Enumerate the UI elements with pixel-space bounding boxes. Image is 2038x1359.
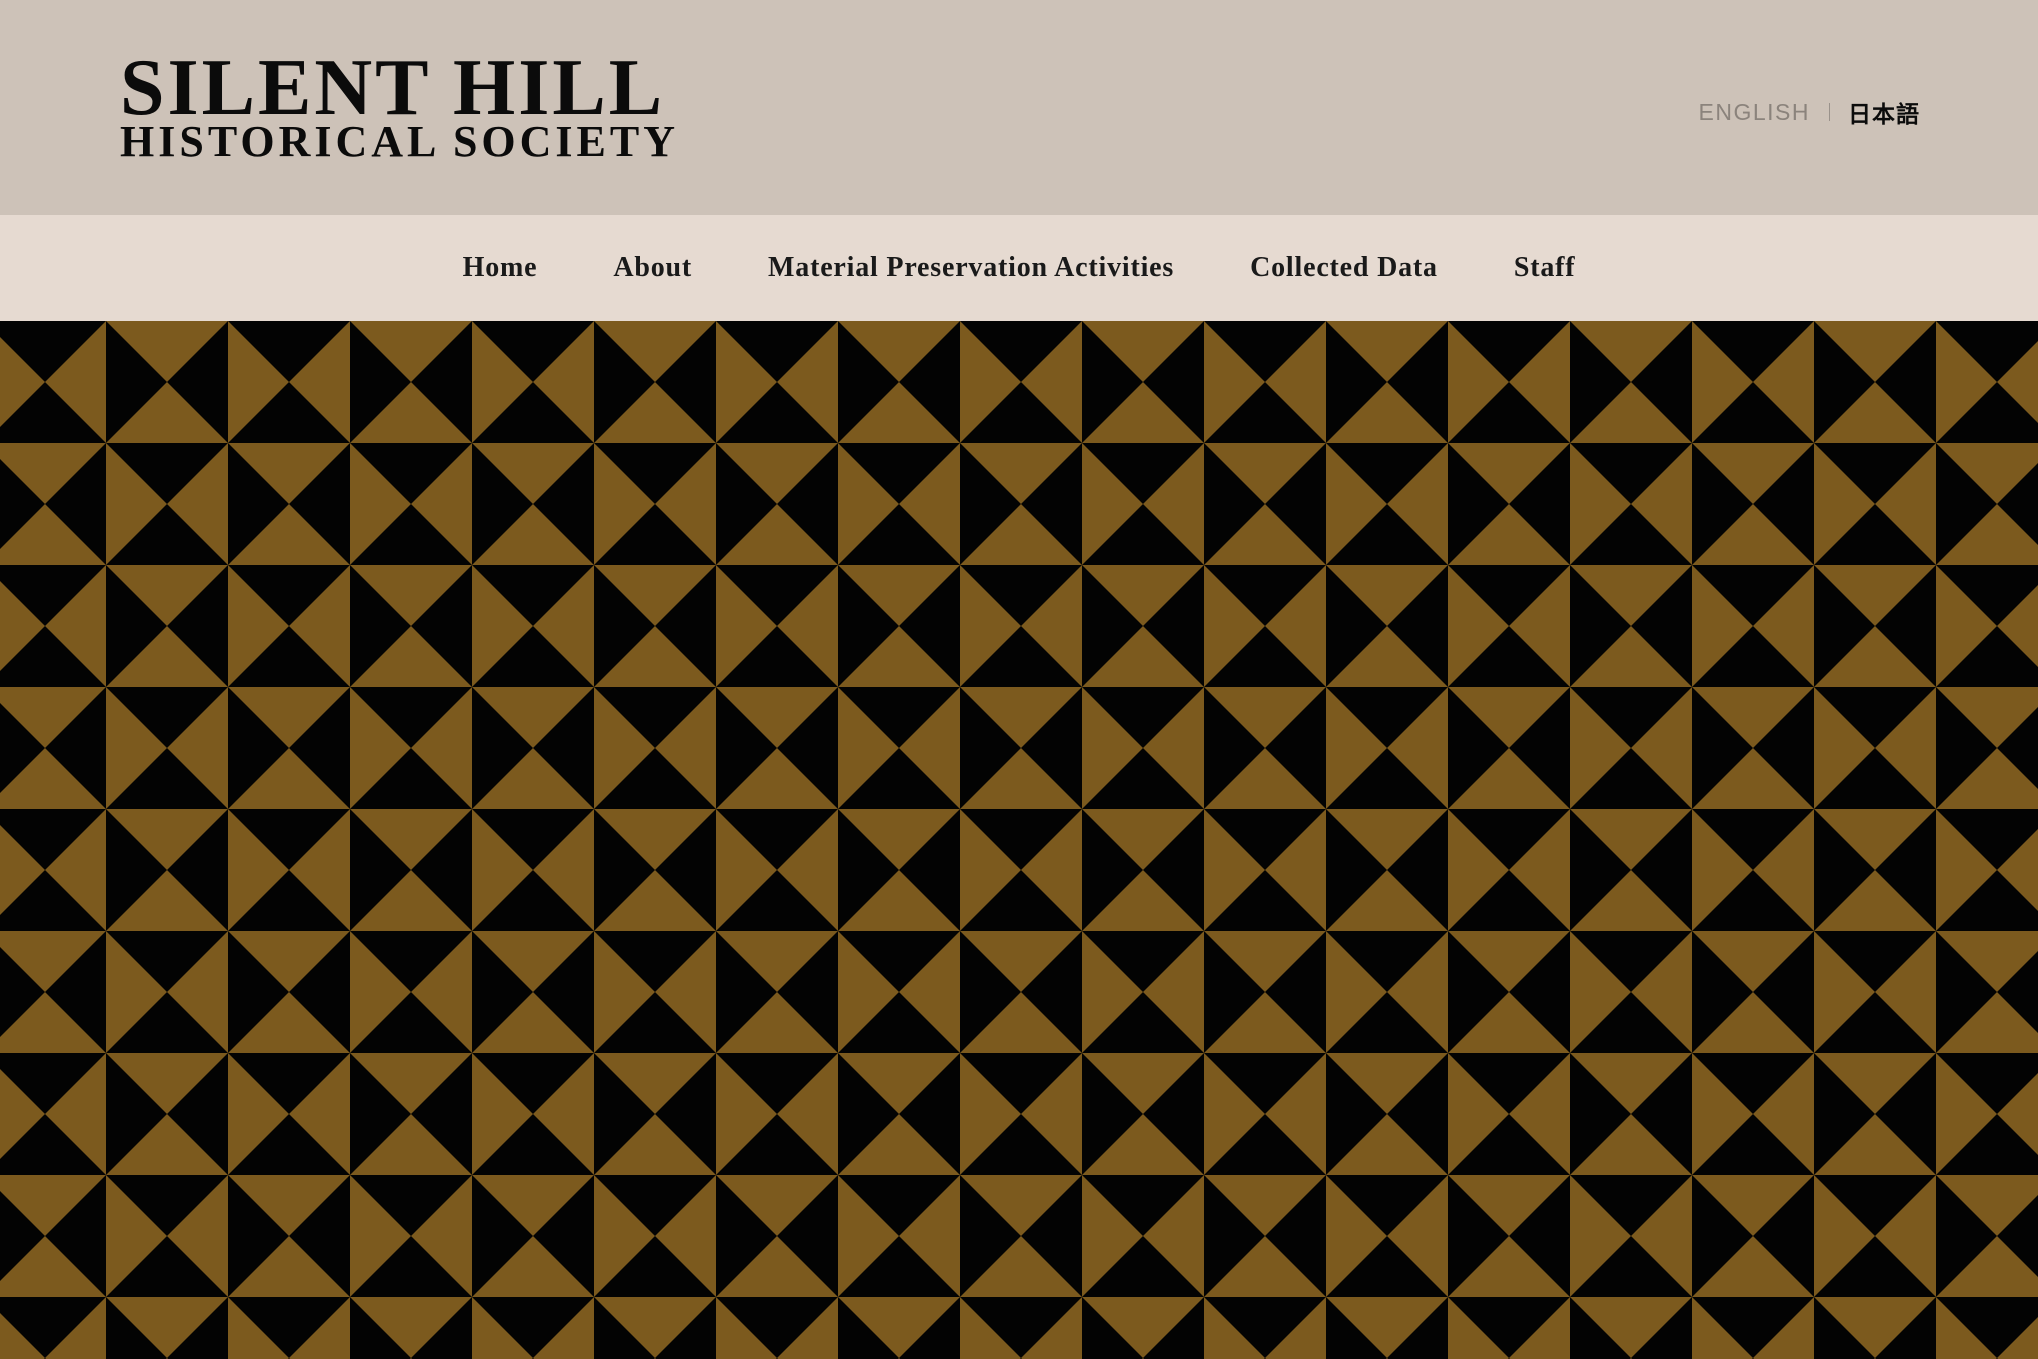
- language-switcher: ENGLISH 日本語: [1699, 95, 1920, 129]
- logo-subtitle: HISTORICAL SOCIETY: [120, 117, 680, 166]
- logo-title: SILENT HILL: [120, 44, 666, 132]
- page: SILENT HILL HISTORICAL SOCIETY ENGLISH 日…: [0, 0, 2038, 1359]
- nav-item-material-preservation-activities[interactable]: Material Preservation Activities: [768, 252, 1174, 284]
- language-english-link[interactable]: ENGLISH: [1699, 99, 1810, 126]
- nav-item-home[interactable]: Home: [463, 252, 538, 284]
- site-logo[interactable]: SILENT HILL HISTORICAL SOCIETY: [120, 48, 679, 164]
- nav-item-collected-data[interactable]: Collected Data: [1250, 252, 1438, 284]
- hero-pattern-graphic: [0, 321, 2038, 1359]
- language-divider: [1829, 103, 1830, 121]
- hero-pattern: [0, 321, 2038, 1359]
- language-japanese-link[interactable]: 日本語: [1848, 95, 1920, 129]
- nav-item-about[interactable]: About: [613, 252, 692, 284]
- main-navigation: Home About Material Preservation Activit…: [0, 215, 2038, 321]
- site-header: SILENT HILL HISTORICAL SOCIETY ENGLISH 日…: [0, 0, 2038, 215]
- nav-item-staff[interactable]: Staff: [1514, 252, 1576, 284]
- nav-list: Home About Material Preservation Activit…: [0, 215, 2038, 321]
